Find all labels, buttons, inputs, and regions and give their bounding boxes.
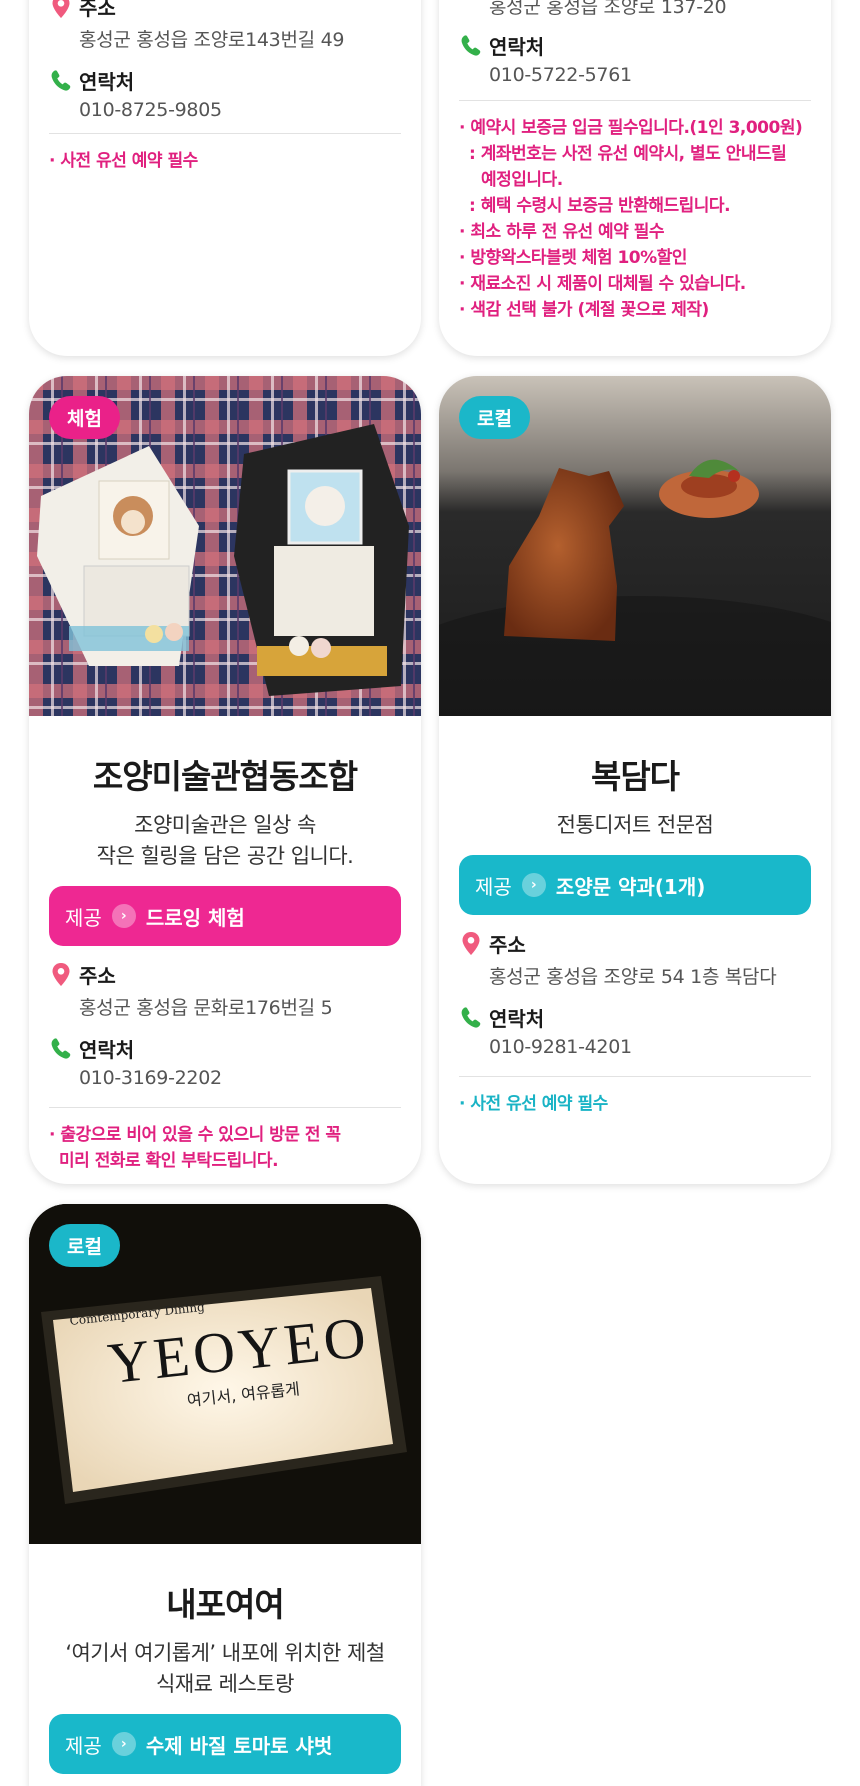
store-title: 복담다 <box>590 757 680 796</box>
contact-label: 연락처 <box>489 35 545 59</box>
offer-text: 수제 바질 토마토 샤벗 <box>145 1733 333 1758</box>
offer-label: 제공 <box>65 1733 102 1758</box>
contact-row: 연락처 010-3169-2202 <box>49 1034 401 1089</box>
store-card-joyang[interactable]: 체험 조양미술관협동조합 조양미술관은 일상 속 작은 힐링을 담은 공간 입니… <box>29 376 421 1184</box>
category-badge: 체험 <box>49 396 120 439</box>
divider <box>49 1107 401 1108</box>
address-row: 주소 홍성군 홍성읍 조양로143번길 49 <box>49 0 401 52</box>
address-value: 홍성군 홍성읍 문화로176번길 5 <box>79 997 333 1019</box>
address-value: 홍성군 홍성읍 조양로 137-20 <box>489 0 727 18</box>
store-description: 조양미술관은 일상 속 작은 힐링을 담은 공간 입니다. <box>49 810 401 872</box>
note-line: 예정입니다. <box>481 170 563 190</box>
location-pin-icon <box>462 931 480 955</box>
desc-line: 전통디저트 전문점 <box>556 813 714 837</box>
offer-label: 제공 <box>65 905 102 930</box>
note-line: · 사전 유선 예약 필수 <box>459 1094 608 1114</box>
address-row: 주소 홍성군 홍성읍 문화로176번길 5 <box>49 960 401 1020</box>
notes: · 사전 유선 예약 필수 <box>459 1091 811 1117</box>
address-row: 주소 홍성군 홍성읍 조양로 54 1층 복담다 <box>459 929 811 989</box>
contact-label: 연락처 <box>79 70 135 94</box>
contact-row: 연락처 010-8725-9805 <box>49 66 401 121</box>
store-card-partial: 주소 홍성군 홍성읍 조양로143번길 49 연락처 010-8725-9805… <box>29 0 421 356</box>
store-description: ‘여기서 여기롭게’ 내포에 위치한 제철 식재료 레스토랑 <box>49 1638 401 1700</box>
phone-icon <box>461 34 481 56</box>
chevron-right-icon: › <box>111 1732 136 1756</box>
note-line: 미리 전화로 확인 부탁드립니다. <box>59 1151 279 1171</box>
divider <box>49 133 401 134</box>
store-description: 전통디저트 전문점 <box>459 810 811 841</box>
address-label: 주소 <box>79 0 116 20</box>
note-line: : 계좌번호는 사전 유선 예약시, 별도 안내드릴 <box>469 144 787 164</box>
note-line: · 최소 하루 전 유선 예약 필수 <box>459 222 665 242</box>
divider <box>459 1076 811 1077</box>
note-line: · 사전 유선 예약 필수 <box>49 151 198 171</box>
phone-value[interactable]: 010-8725-9805 <box>79 99 401 121</box>
note-line: · 재료소진 시 제품이 대체될 수 있습니다. <box>459 274 746 294</box>
notes: · 사전 유선 예약 필수 <box>49 148 401 174</box>
desc-line: 작은 힐링을 담은 공간 입니다. <box>96 844 354 868</box>
store-title: 조양미술관협동조합 <box>92 757 358 796</box>
contact-label: 연락처 <box>79 1038 135 1062</box>
phone-icon <box>461 1006 481 1028</box>
store-title: 내포여여 <box>166 1585 284 1624</box>
contact-row: 연락처 010-9281-4201 <box>459 1003 811 1058</box>
store-photo: Comtemporary Dining YEOYEO 여기서, 여유롭게 로컬 <box>29 1204 421 1544</box>
note-line: · 방향왁스타블렛 체험 10%할인 <box>459 248 687 268</box>
note-line: · 색감 선택 불가 (계절 꽃으로 제작) <box>459 300 709 320</box>
note-line: · 출강으로 비어 있을 수 있으니 방문 전 꼭 <box>49 1125 341 1145</box>
address-label: 주소 <box>79 964 116 988</box>
desc-line: 조양미술관은 일상 속 <box>134 813 316 837</box>
offer-banner[interactable]: 제공 › 조양문 약과(1개) <box>459 855 811 915</box>
address-value: 홍성군 홍성읍 조양로143번길 49 <box>79 29 345 51</box>
store-photo: 체험 <box>29 376 421 716</box>
desc-line: ‘여기서 여기롭게’ 내포에 위치한 제철 <box>65 1641 385 1665</box>
location-pin-icon <box>52 0 70 18</box>
phone-icon <box>51 1037 71 1059</box>
contact-row: 연락처 010-5722-5761 <box>459 31 811 86</box>
phone-icon <box>51 69 71 91</box>
offer-banner[interactable]: 제공 › 드로잉 체험 <box>49 886 401 946</box>
offer-text: 드로잉 체험 <box>145 905 245 930</box>
offer-banner[interactable]: 제공 › 수제 바질 토마토 샤벗 <box>49 1714 401 1774</box>
note-line: · 예약시 보증금 입금 필수입니다.(1인 3,000원) <box>459 118 803 138</box>
chevron-right-icon: › <box>521 873 546 897</box>
address-label: 주소 <box>489 933 526 957</box>
store-card-naepo[interactable]: Comtemporary Dining YEOYEO 여기서, 여유롭게 로컬 … <box>29 1204 421 1786</box>
category-badge: 로컬 <box>459 396 530 439</box>
divider <box>459 100 811 101</box>
offer-label: 제공 <box>475 874 512 899</box>
store-photo: 로컬 <box>439 376 831 716</box>
category-badge: 로컬 <box>49 1224 120 1267</box>
notes: · 출강으로 비어 있을 수 있으니 방문 전 꼭 미리 전화로 확인 부탁드립… <box>49 1122 401 1174</box>
notes: · 예약시 보증금 입금 필수입니다.(1인 3,000원) : 계좌번호는 사… <box>459 115 811 323</box>
note-line: : 혜택 수령시 보증금 반환해드립니다. <box>469 196 731 216</box>
phone-value[interactable]: 010-5722-5761 <box>489 64 811 86</box>
phone-value[interactable]: 010-9281-4201 <box>489 1036 811 1058</box>
address-value: 홍성군 홍성읍 조양로 54 1층 복담다 <box>489 966 777 988</box>
chevron-right-icon: › <box>111 904 136 928</box>
contact-label: 연락처 <box>489 1007 545 1031</box>
desc-line: 식재료 레스토랑 <box>156 1672 294 1696</box>
offer-text: 조양문 약과(1개) <box>555 874 706 899</box>
store-card-partial: 홍성군 홍성읍 조양로 137-20 연락처 010-5722-5761 · 예… <box>439 0 831 356</box>
phone-value[interactable]: 010-3169-2202 <box>79 1067 401 1089</box>
store-card-bokdamda[interactable]: 로컬 복담다 전통디저트 전문점 제공 › 조양문 약과(1개) 주소 홍성군 … <box>439 376 831 1184</box>
location-pin-icon <box>52 962 70 986</box>
